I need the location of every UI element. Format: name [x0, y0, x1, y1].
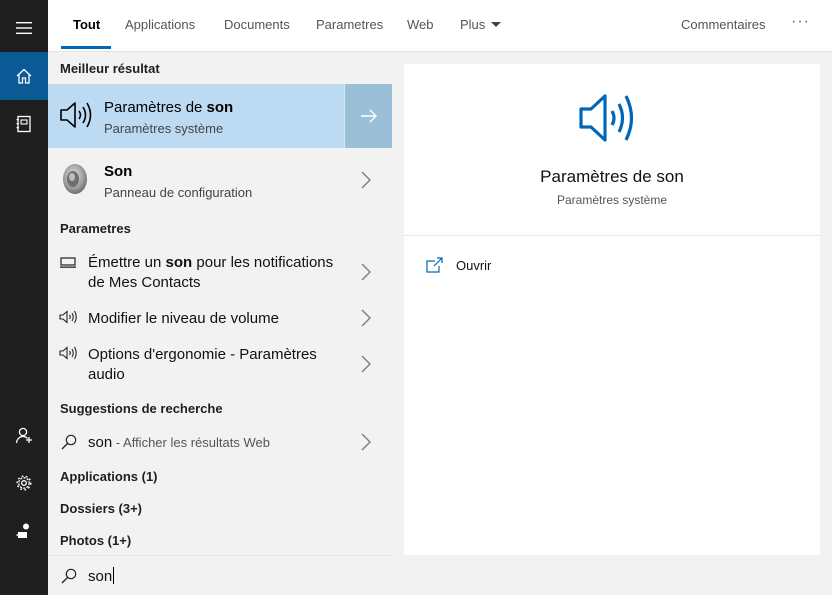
- settings-item-notifications-label: Émettre un son pour les notifications de…: [88, 253, 338, 293]
- control-panel-sound-result[interactable]: Son Panneau de configuration: [48, 148, 392, 212]
- settings-item-ergonomics-label: Options d'ergonomie - Paramètres audio: [88, 346, 317, 383]
- person-icon: [15, 427, 32, 444]
- active-tab-indicator: [61, 46, 111, 49]
- best-match-subtitle: Paramètres système: [104, 121, 224, 136]
- settings-item-notifications-bold: son: [165, 254, 193, 271]
- chevron-right-icon: [361, 433, 371, 451]
- search-box[interactable]: son: [48, 555, 392, 595]
- scope-tab-bar: Tout Applications Documents Parametres W…: [48, 0, 832, 52]
- category-photos[interactable]: Photos (1+): [60, 533, 131, 548]
- tab-tout[interactable]: Tout: [73, 0, 100, 52]
- tab-web[interactable]: Web: [407, 0, 434, 52]
- search-query: son: [88, 568, 113, 585]
- search-icon: [61, 434, 77, 450]
- best-match-title-prefix: Paramètres de: [104, 99, 207, 116]
- settings-button[interactable]: [0, 459, 48, 507]
- home-icon: [16, 68, 32, 84]
- chevron-right-icon: [361, 171, 371, 189]
- left-rail: [0, 0, 48, 595]
- best-match-result[interactable]: Paramètres de son Paramètres système: [48, 84, 392, 148]
- web-suggestion-label: son - Afficher les résultats Web: [88, 433, 338, 453]
- tab-applications[interactable]: Applications: [125, 0, 195, 52]
- more-options-button[interactable]: ···: [791, 0, 810, 52]
- settings-item-ergonomics-audio[interactable]: Options d'ergonomie - Paramètres audio: [48, 342, 392, 388]
- speaker-3d-icon: [63, 164, 87, 194]
- web-suggestion-term: son: [88, 434, 113, 451]
- notebook-button[interactable]: [0, 100, 48, 148]
- feedback-button[interactable]: [0, 507, 48, 555]
- settings-item-notifications[interactable]: Émettre un son pour les notifications de…: [48, 250, 392, 296]
- settings-item-volume-label: Modifier le niveau de volume: [88, 310, 279, 327]
- tab-parametres[interactable]: Parametres: [316, 0, 383, 52]
- best-match-title: Paramètres de son: [104, 99, 233, 116]
- results-list: Meilleur résultat Paramètres de son Para…: [48, 52, 392, 555]
- gear-icon: [16, 475, 32, 491]
- settings-item-volume[interactable]: Modifier le niveau de volume: [48, 306, 392, 332]
- monitor-icon: [60, 257, 76, 268]
- best-match-open-button[interactable]: [344, 84, 392, 148]
- preview-header: Paramètres de son Paramètres système: [404, 64, 820, 236]
- control-panel-subtitle: Panneau de configuration: [104, 185, 253, 200]
- account-button[interactable]: [0, 411, 48, 459]
- speaker-icon: [59, 346, 77, 360]
- best-match-title-bold: son: [206, 99, 234, 116]
- hamburger-icon: [16, 22, 32, 34]
- control-panel-title: Son: [104, 163, 133, 180]
- category-applications[interactable]: Applications (1): [60, 469, 158, 484]
- open-external-icon: [426, 257, 443, 273]
- speaker-icon: [579, 94, 634, 142]
- chevron-right-icon: [361, 263, 371, 281]
- section-header-best: Meilleur résultat: [60, 61, 160, 76]
- text-cursor: [113, 567, 115, 584]
- home-button[interactable]: [0, 52, 48, 100]
- chevron-right-icon: [361, 355, 371, 373]
- category-folders[interactable]: Dossiers (3+): [60, 501, 142, 516]
- speaker-icon: [59, 310, 77, 324]
- web-suggestion-hint: - Afficher les résultats Web: [112, 435, 270, 450]
- chevron-down-icon: [491, 22, 502, 27]
- feedback-link[interactable]: Commentaires: [681, 0, 766, 52]
- preview-title: Paramètres de son: [540, 167, 684, 186]
- arrow-right-icon: [360, 109, 377, 123]
- tab-plus-label: Plus: [460, 17, 486, 32]
- search-input[interactable]: son: [88, 567, 115, 585]
- section-header-settings: Parametres: [60, 221, 131, 236]
- open-action[interactable]: Ouvrir: [426, 255, 491, 275]
- menu-button[interactable]: [0, 4, 48, 52]
- chevron-right-icon: [361, 309, 371, 327]
- notebook-icon: [16, 115, 31, 133]
- open-action-label: Ouvrir: [456, 257, 492, 273]
- search-icon: [61, 568, 77, 584]
- preview-subtitle: Paramètres système: [556, 193, 668, 207]
- tab-documents[interactable]: Documents: [224, 0, 290, 52]
- preview-pane: Paramètres de son Paramètres système Ouv…: [404, 64, 820, 555]
- speaker-icon: [60, 102, 92, 128]
- section-header-suggestions: Suggestions de recherche: [60, 401, 223, 416]
- settings-item-notifications-pre: Émettre un: [88, 254, 166, 271]
- tab-plus[interactable]: Plus: [460, 0, 502, 52]
- web-suggestion-item[interactable]: son - Afficher les résultats Web: [48, 430, 392, 456]
- feedback-icon: [16, 523, 29, 538]
